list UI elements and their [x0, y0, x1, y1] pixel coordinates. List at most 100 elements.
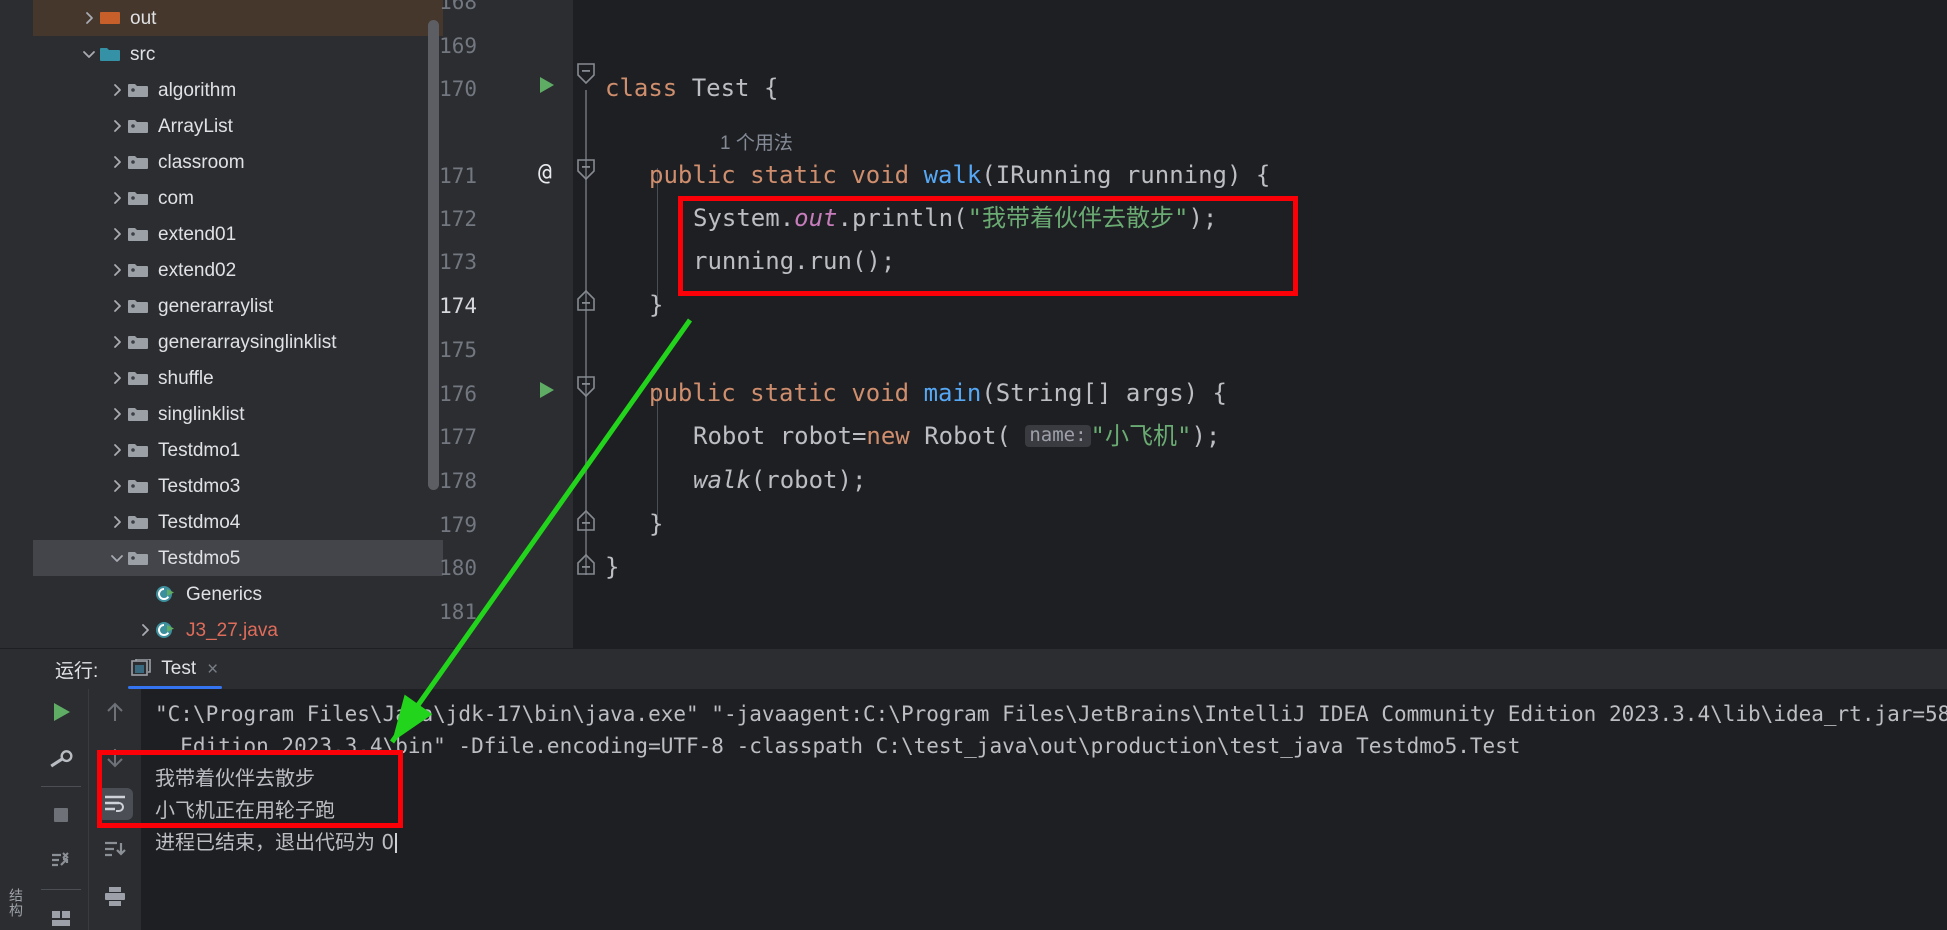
code-token: class — [605, 74, 692, 102]
fold-toggle-icon[interactable] — [576, 288, 596, 312]
tree-item-shuffle[interactable]: shuffle — [33, 360, 443, 396]
tree-item-testdmo4[interactable]: Testdmo4 — [33, 504, 443, 540]
chevron-right-icon[interactable] — [107, 440, 127, 460]
tree-item-testdmo5[interactable]: Testdmo5 — [33, 540, 443, 576]
chevron-right-icon[interactable] — [107, 224, 127, 244]
chevron-down-icon[interactable] — [79, 44, 99, 64]
tree-item-generarraysinglinklist[interactable]: generarraysinglinklist — [33, 324, 443, 360]
console-output-line: 进程已结束，退出代码为 0 — [141, 826, 1947, 858]
code-line-180[interactable]: } — [605, 555, 619, 579]
stop-button[interactable] — [33, 792, 89, 838]
chevron-down-icon[interactable] — [107, 548, 127, 568]
editor-gutter[interactable]: 168 169 170 171 172 173 174 175 176 177 178 179 180 1… — [439, 0, 573, 648]
code-line-173[interactable]: running.run(); — [693, 249, 895, 273]
fold-toggle-icon[interactable] — [576, 158, 596, 182]
structure-tool-window-label[interactable]: 结构 — [6, 888, 26, 918]
tree-item-extend02[interactable]: extend02 — [33, 252, 443, 288]
chevron-right-icon[interactable] — [107, 368, 127, 388]
scroll-down-button[interactable] — [89, 735, 141, 781]
code-line-176[interactable]: public static void main(String[] args) { — [649, 381, 1227, 405]
tree-item-label: generarraysinglinklist — [158, 331, 337, 353]
scroll-up-button[interactable] — [89, 689, 141, 735]
chevron-right-icon[interactable] — [79, 8, 99, 28]
close-icon[interactable]: × — [207, 660, 218, 679]
rerun-failed-tests-button[interactable] — [33, 838, 89, 884]
folder-icon — [127, 261, 149, 279]
chevron-right-icon[interactable] — [107, 332, 127, 352]
tree-item-label: generarraylist — [158, 295, 274, 317]
code-line-172[interactable]: System.out.println("我带着伙伴去散步"); — [693, 206, 1217, 230]
folder-icon — [127, 153, 149, 171]
chevron-right-icon[interactable] — [107, 512, 127, 532]
code-text-area[interactable]: class Test { public static void walk(IRun… — [573, 0, 1947, 648]
tree-item-src[interactable]: src — [33, 36, 443, 72]
tree-item-out[interactable]: out — [33, 0, 443, 36]
folder-icon — [127, 225, 149, 243]
tree-item-label: Testdmo3 — [158, 475, 241, 497]
fold-toggle-icon[interactable] — [576, 62, 596, 86]
code-token: Test — [691, 74, 764, 102]
tree-item-com[interactable]: com — [33, 180, 443, 216]
clear-all-button[interactable] — [89, 919, 141, 930]
tree-item-singlinklist[interactable]: singlinklist — [33, 396, 443, 432]
modify-run-configuration-button[interactable] — [33, 735, 89, 781]
code-line-170[interactable]: class Test { — [605, 76, 778, 100]
chevron-right-icon[interactable] — [135, 620, 155, 640]
code-line-174[interactable]: } — [649, 293, 663, 317]
run-tool-window[interactable]: 运行: Test × "C:\Program Files\Java\jdk-17… — [33, 648, 1947, 930]
layout-settings-button[interactable] — [33, 895, 89, 930]
code-line-178[interactable]: walk(robot); — [693, 468, 866, 492]
tree-item-label: J3_27.java — [186, 619, 278, 641]
line-number: 175 — [439, 338, 477, 362]
fold-toggle-icon[interactable] — [576, 375, 596, 399]
project-tree[interactable]: out src algorithm ArrayList classroom com exte… — [33, 0, 443, 648]
soft-wrap-button[interactable] — [89, 781, 141, 827]
tree-item-generics[interactable]: Generics — [33, 576, 443, 612]
chevron-right-icon[interactable] — [107, 296, 127, 316]
tree-item-label: Generics — [186, 583, 263, 605]
tree-item-algorithm[interactable]: algorithm — [33, 72, 443, 108]
run-gutter-icon[interactable] — [538, 75, 556, 95]
run-tab-label: Test — [161, 658, 197, 679]
print-button[interactable] — [89, 873, 141, 919]
code-editor[interactable]: 168 169 170 171 172 173 174 175 176 177 178 179 180 1… — [439, 0, 1947, 648]
code-line-179[interactable]: } — [649, 512, 663, 536]
chevron-right-icon[interactable] — [107, 188, 127, 208]
fold-toggle-icon[interactable] — [576, 552, 596, 576]
console-output[interactable]: "C:\Program Files\Java\jdk-17\bin\java.e… — [141, 689, 1947, 930]
code-token: (IRunning running) { — [981, 161, 1271, 189]
tree-item-testdmo3[interactable]: Testdmo3 — [33, 468, 443, 504]
chevron-right-icon[interactable] — [107, 260, 127, 280]
code-token: "小飞机" — [1090, 422, 1192, 450]
chevron-right-icon[interactable] — [107, 152, 127, 172]
code-line-171[interactable]: public static void walk(IRunning running… — [649, 163, 1270, 187]
fold-toggle-icon[interactable] — [576, 508, 596, 532]
tree-item-generarraylist[interactable]: generarraylist — [33, 288, 443, 324]
run-gutter-icon[interactable] — [538, 380, 556, 400]
tree-item-testdmo1[interactable]: Testdmo1 — [33, 432, 443, 468]
scroll-to-end-button[interactable] — [89, 827, 141, 873]
chevron-right-icon[interactable] — [107, 116, 127, 136]
chevron-right-icon[interactable] — [107, 80, 127, 100]
annotation-gutter-marker[interactable]: @ — [538, 162, 552, 185]
tree-item-label: Testdmo1 — [158, 439, 241, 461]
tree-item-label: Testdmo4 — [158, 511, 241, 533]
usage-hint[interactable]: 1 个用法 — [720, 128, 793, 155]
tree-item-extend01[interactable]: extend01 — [33, 216, 443, 252]
code-token: Robot( — [924, 422, 1026, 450]
code-line-177[interactable]: Robot robot=new Robot( name: "小飞机"); — [693, 424, 1220, 448]
code-token: void — [851, 379, 924, 407]
tree-item-arraylist[interactable]: ArrayList — [33, 108, 443, 144]
run-tab-test[interactable]: Test × — [126, 649, 224, 689]
console-output-line: Edition 2023.3.4\bin" -Dfile.encoding=UT… — [155, 734, 1521, 758]
run-toolbar-primary[interactable] — [33, 689, 89, 930]
console-output-line: 小飞机正在用轮子跑 — [155, 798, 335, 822]
java-class-icon — [155, 621, 177, 639]
rerun-button[interactable] — [33, 689, 89, 735]
run-toolbar-secondary[interactable] — [89, 689, 141, 930]
code-token: } — [605, 553, 620, 581]
tree-item-j3-27-java[interactable]: J3_27.java — [33, 612, 443, 648]
chevron-right-icon[interactable] — [107, 404, 127, 424]
chevron-right-icon[interactable] — [107, 476, 127, 496]
tree-item-classroom[interactable]: classroom — [33, 144, 443, 180]
